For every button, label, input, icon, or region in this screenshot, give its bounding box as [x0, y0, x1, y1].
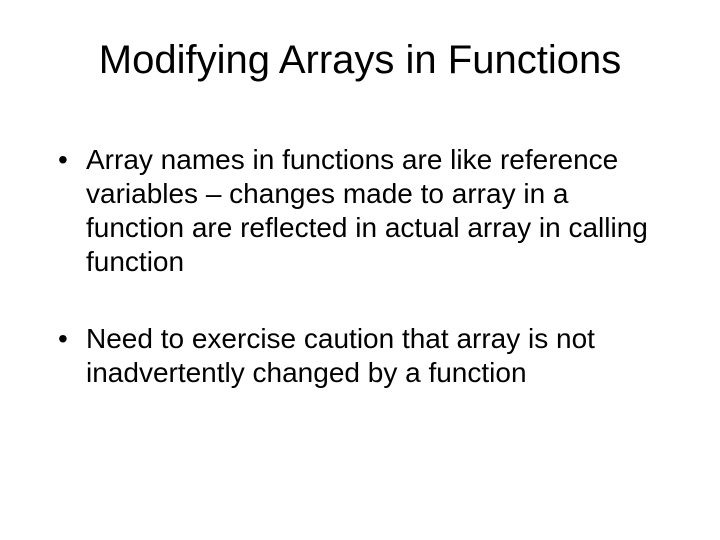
slide-container: Modifying Arrays in Functions Array name… [0, 0, 720, 540]
bullet-list: Array names in functions are like refere… [50, 143, 670, 390]
slide-title: Modifying Arrays in Functions [50, 38, 670, 83]
bullet-item: Array names in functions are like refere… [58, 143, 670, 280]
bullet-item: Need to exercise caution that array is n… [58, 322, 670, 390]
